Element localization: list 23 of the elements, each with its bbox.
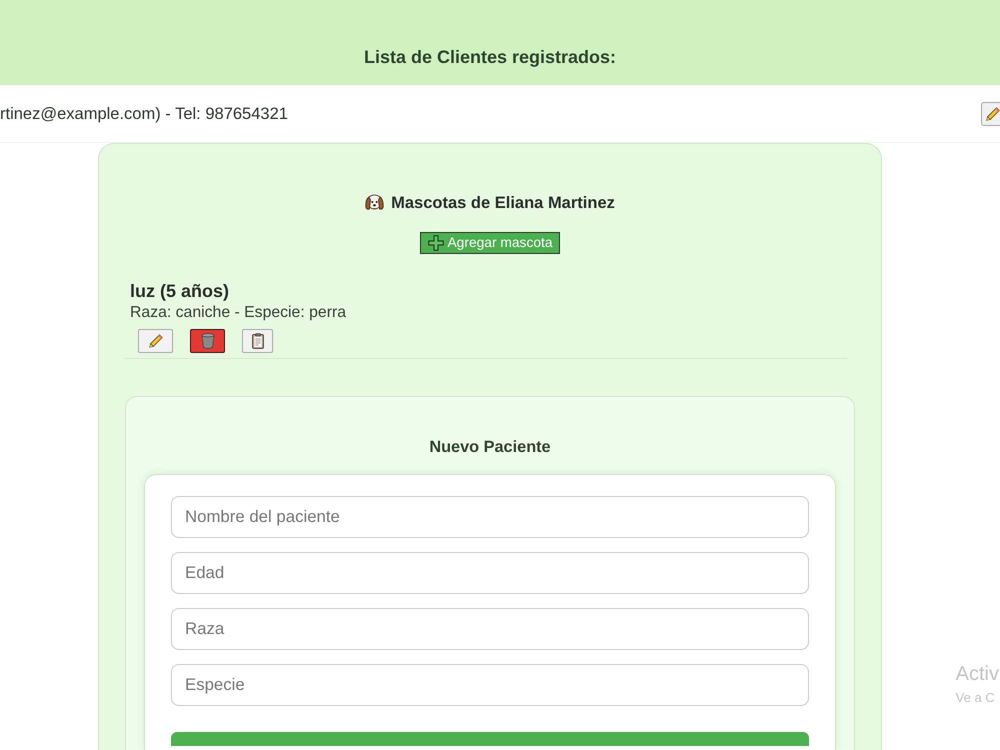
input-field[interactable]: Raza (171, 608, 809, 650)
pencil-icon (148, 334, 162, 348)
page-title: Lista de Clientes registrados: (364, 46, 616, 68)
edit-button[interactable] (138, 329, 173, 353)
pet-details: Raza: caniche - Especie: perra (130, 303, 346, 323)
add-pet-button[interactable]: Agregar mascota (420, 232, 560, 254)
clipboard-icon (252, 333, 264, 349)
dog-face-icon (365, 194, 384, 212)
activation-notice-text: Ve a C (956, 691, 995, 704)
edit-button[interactable] (981, 102, 1000, 126)
pets-title: Mascotas de Eliana Martinez (391, 193, 615, 214)
delete-button[interactable] (190, 329, 225, 353)
clipboard-button[interactable] (242, 329, 273, 353)
pencil-icon (986, 107, 1000, 121)
form-title: Nuevo Paciente (429, 437, 551, 458)
plus-icon (428, 235, 444, 251)
pet-name: luz (5 años) (130, 280, 230, 303)
input-field[interactable]: Especie (171, 664, 809, 706)
activation-notice-title: Activ (956, 664, 999, 684)
trash-can-icon (200, 333, 214, 349)
client-info-text: rtinez@example.com) - Tel: 987654321 (0, 104, 288, 126)
input-field[interactable]: Edad (171, 552, 809, 594)
input-field[interactable]: Nombre del paciente (171, 496, 809, 538)
